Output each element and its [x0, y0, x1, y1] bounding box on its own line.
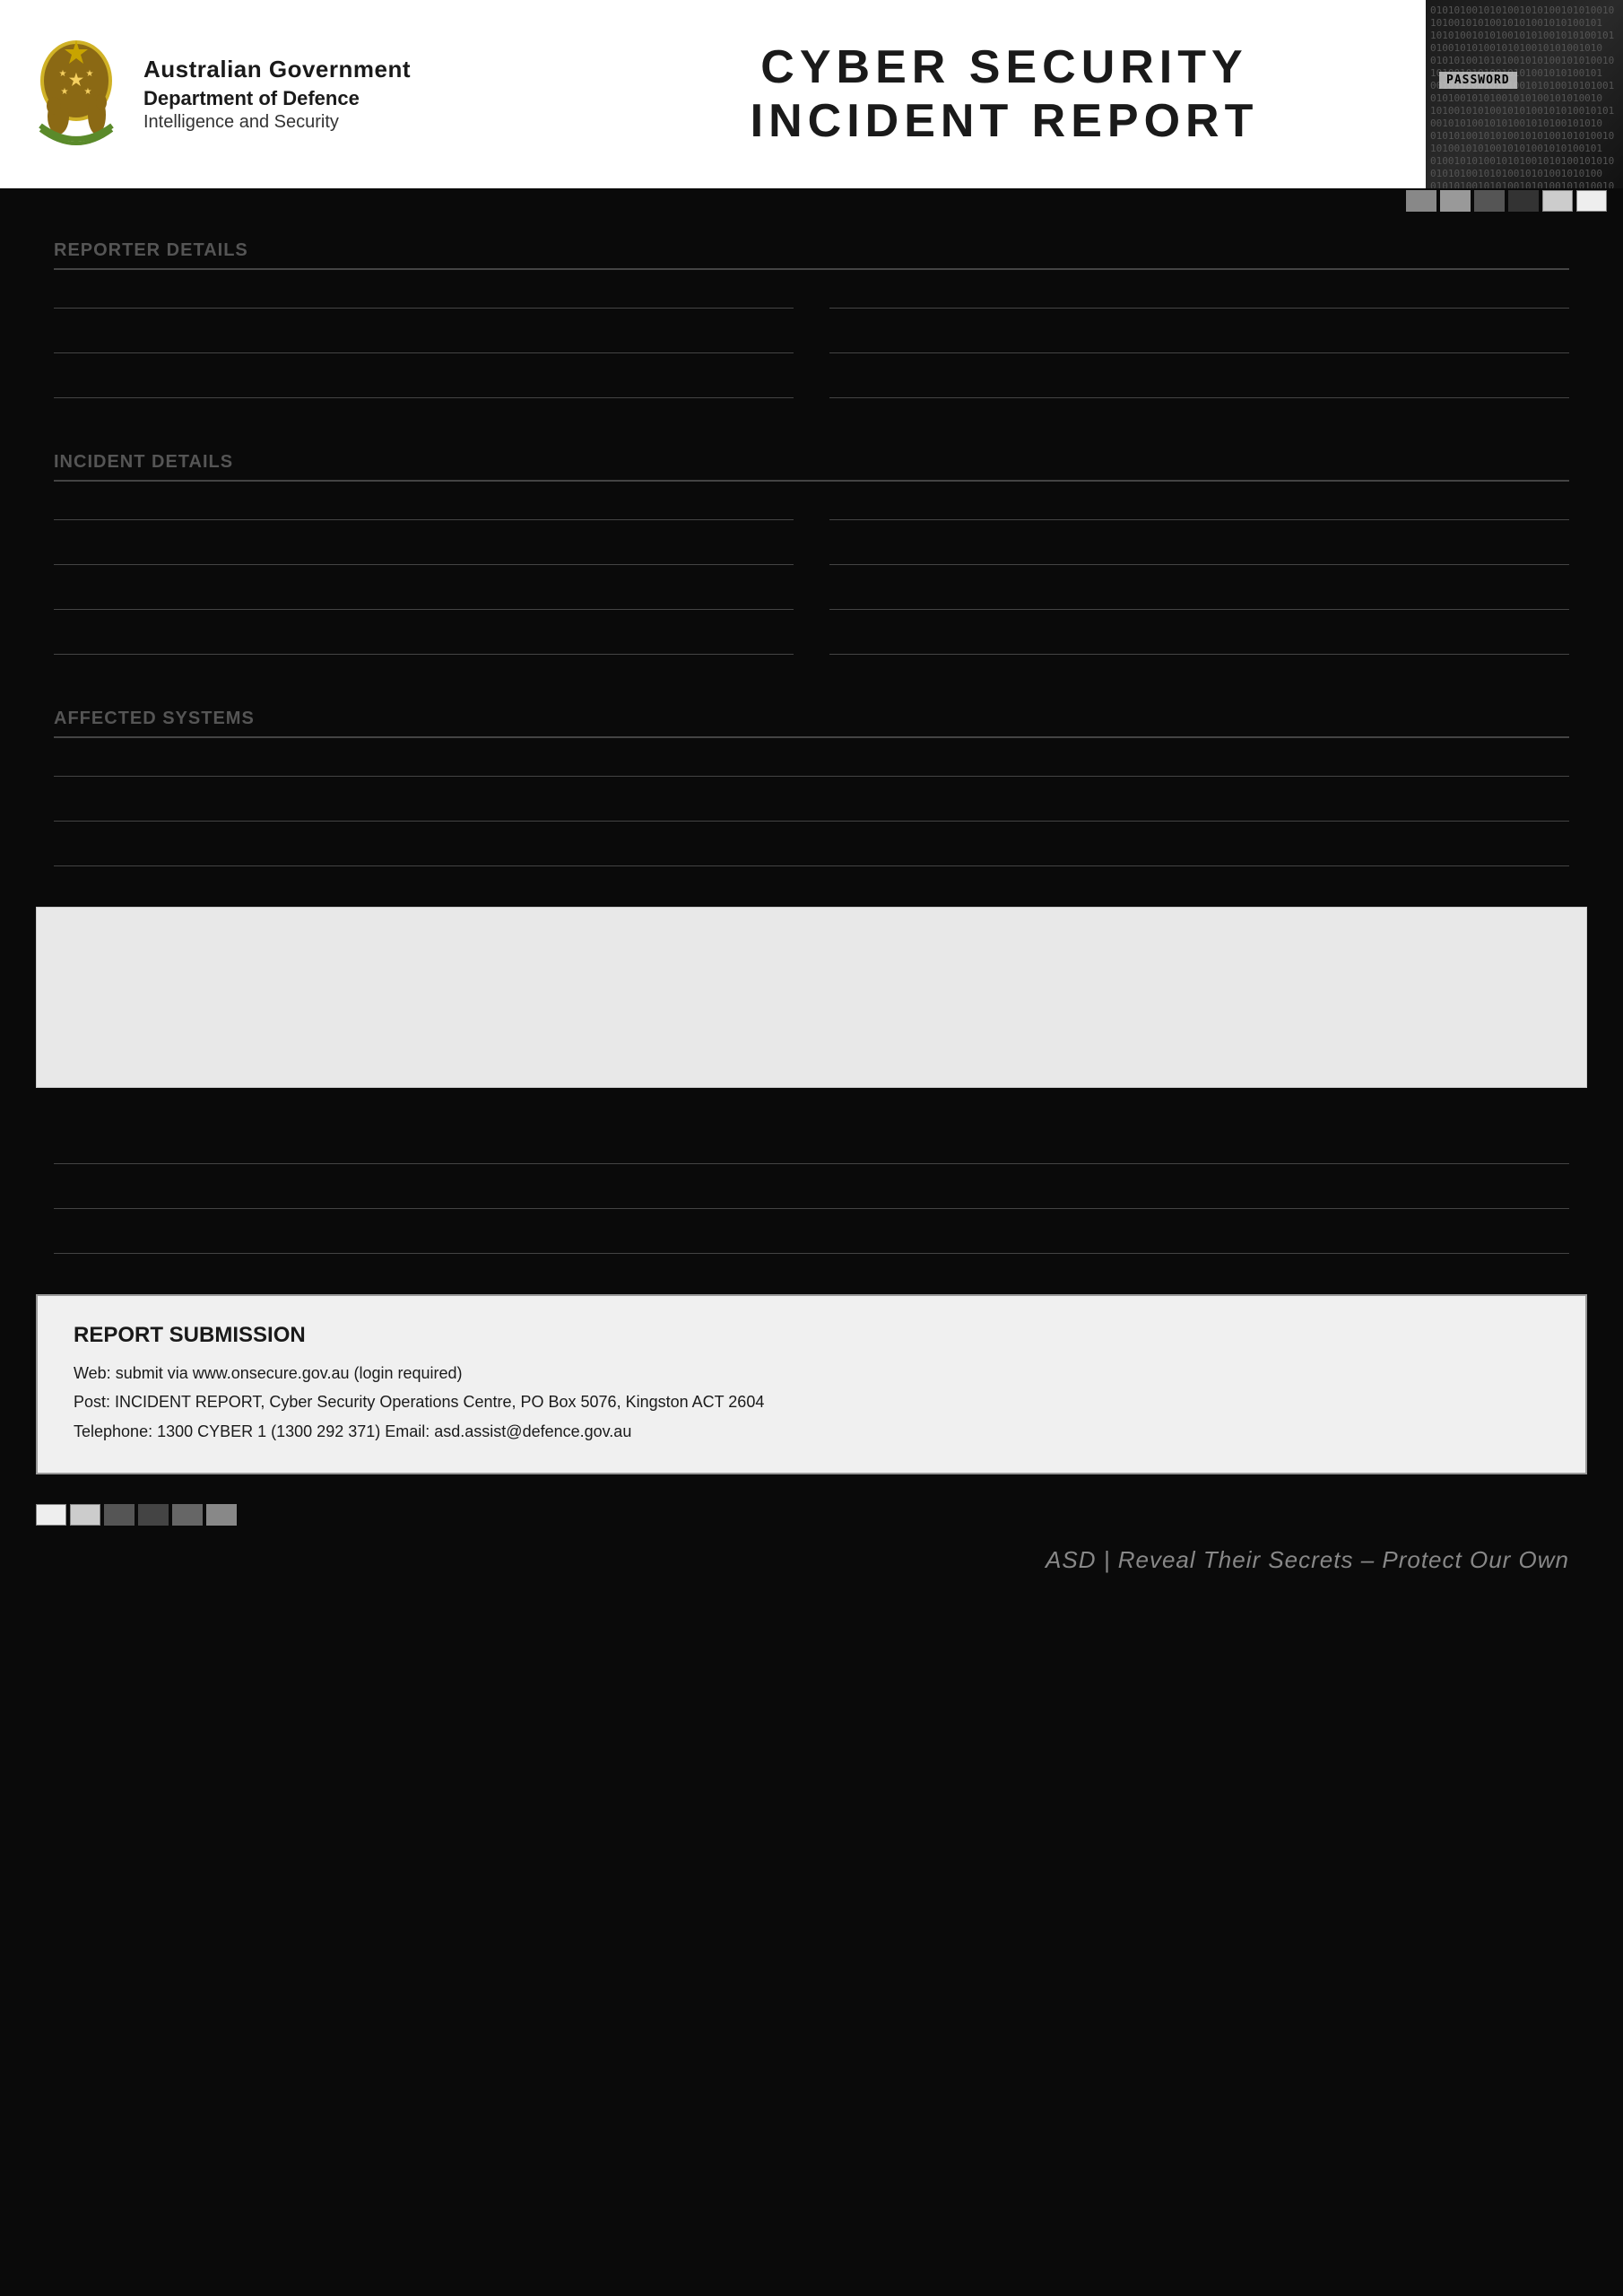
header-left: ★ ★ ★ ★ ★ Australian Government Departme…: [0, 0, 583, 188]
footer-tagline: ASD | Reveal Their Secrets – Protect Our…: [1046, 1546, 1569, 1574]
reporter-field-5[interactable]: [829, 322, 1569, 353]
aus-gov-label: Australian Government: [143, 56, 411, 83]
swatch-4: [1508, 190, 1539, 212]
reporter-field-6[interactable]: [829, 367, 1569, 398]
incident-field-6[interactable]: [829, 534, 1569, 565]
bottom-swatch-4: [138, 1504, 169, 1526]
title-line2: INCIDENT REPORT: [751, 94, 1259, 148]
coat-of-arms-icon: ★ ★ ★ ★ ★: [27, 36, 126, 152]
add-field-2[interactable]: [54, 1178, 1569, 1209]
swatch-1: [1406, 190, 1436, 212]
bottom-swatch-1: [36, 1504, 66, 1526]
reporter-field-1[interactable]: [54, 277, 794, 309]
incident-field-4[interactable]: [54, 623, 794, 655]
svg-text:★: ★: [69, 71, 84, 89]
submission-phone: Telephone: 1300 CYBER 1 (1300 292 371) E…: [74, 1417, 1549, 1446]
systems-field-2[interactable]: [54, 790, 1569, 822]
incident-field-1[interactable]: [54, 489, 794, 520]
dept-label: Department of Defence: [143, 87, 411, 110]
svg-text:★: ★: [84, 87, 92, 97]
submission-post: Post: INCIDENT REPORT, Cyber Security Op…: [74, 1387, 1549, 1416]
swatch-5: [1542, 190, 1573, 212]
incident-col-2: [829, 489, 1569, 668]
form-box-content: [55, 926, 1568, 1069]
incident-field-7[interactable]: [829, 578, 1569, 610]
password-overlay: PASSWORD: [1439, 72, 1517, 89]
add-field-3[interactable]: [54, 1222, 1569, 1254]
reporter-field-3[interactable]: [54, 367, 794, 398]
submission-title: REPORT SUBMISSION: [74, 1323, 1549, 1348]
incident-field-5[interactable]: [829, 489, 1569, 520]
report-title: CYBER SECURITY INCIDENT REPORT: [751, 40, 1259, 148]
intel-label: Intelligence and Security: [143, 112, 411, 133]
binary-background: 0101010010101001010100101010010101001010…: [1426, 0, 1623, 188]
systems-field-1[interactable]: [54, 745, 1569, 777]
color-swatches-top: [1406, 190, 1607, 212]
incident-details-label: INCIDENT DETAILS: [54, 452, 1569, 482]
affected-systems-section: AFFECTED SYSTEMS: [54, 709, 1569, 866]
swatch-6: [1576, 190, 1607, 212]
main-form-box: [36, 907, 1587, 1088]
systems-field-3[interactable]: [54, 835, 1569, 866]
svg-text:★: ★: [59, 69, 67, 79]
additional-form-area: [0, 1133, 1623, 1254]
incident-details-section: INCIDENT DETAILS: [54, 452, 1569, 668]
reporter-details-section: REPORTER DETAILS: [54, 240, 1569, 412]
top-color-bar: [0, 188, 1623, 213]
incident-field-8[interactable]: [829, 623, 1569, 655]
reporter-details-label: REPORTER DETAILS: [54, 240, 1569, 270]
affected-systems-label: AFFECTED SYSTEMS: [54, 709, 1569, 738]
header-center: CYBER SECURITY INCIDENT REPORT: [583, 0, 1426, 188]
swatch-2: [1440, 190, 1471, 212]
header-image: 0101010010101001010100101010010101001010…: [1426, 0, 1623, 188]
reporter-field-4[interactable]: [829, 277, 1569, 309]
reporter-fields: [54, 277, 1569, 412]
bottom-swatch-3: [104, 1504, 135, 1526]
bottom-color-bar: [0, 1501, 1623, 1528]
submission-web: Web: submit via www.onsecure.gov.au (log…: [74, 1359, 1549, 1387]
title-line1: CYBER SECURITY: [751, 40, 1259, 94]
reporter-col-2: [829, 277, 1569, 412]
incident-col-1: [54, 489, 794, 668]
color-swatches-bottom: [36, 1504, 237, 1526]
binary-text: 0101010010101001010100101010010101001010…: [1426, 0, 1623, 188]
bottom-swatch-5: [172, 1504, 203, 1526]
svg-text:★: ★: [86, 69, 94, 79]
incident-field-2[interactable]: [54, 534, 794, 565]
additional-section: [54, 1133, 1569, 1254]
page-header: ★ ★ ★ ★ ★ Australian Government Departme…: [0, 0, 1623, 188]
government-text: Australian Government Department of Defe…: [143, 56, 411, 133]
reporter-field-2[interactable]: [54, 322, 794, 353]
add-field-1[interactable]: [54, 1133, 1569, 1164]
incident-fields: [54, 489, 1569, 668]
bottom-swatch-2: [70, 1504, 100, 1526]
bottom-swatch-6: [206, 1504, 237, 1526]
incident-field-3[interactable]: [54, 578, 794, 610]
submission-box: REPORT SUBMISSION Web: submit via www.on…: [36, 1294, 1587, 1474]
svg-text:★: ★: [61, 87, 69, 97]
form-content: REPORTER DETAILS INCIDENT DETAILS: [0, 240, 1623, 866]
page-footer: ASD | Reveal Their Secrets – Protect Our…: [0, 1528, 1623, 1592]
swatch-3: [1474, 190, 1505, 212]
submission-text: Web: submit via www.onsecure.gov.au (log…: [74, 1359, 1549, 1446]
reporter-col-1: [54, 277, 794, 412]
